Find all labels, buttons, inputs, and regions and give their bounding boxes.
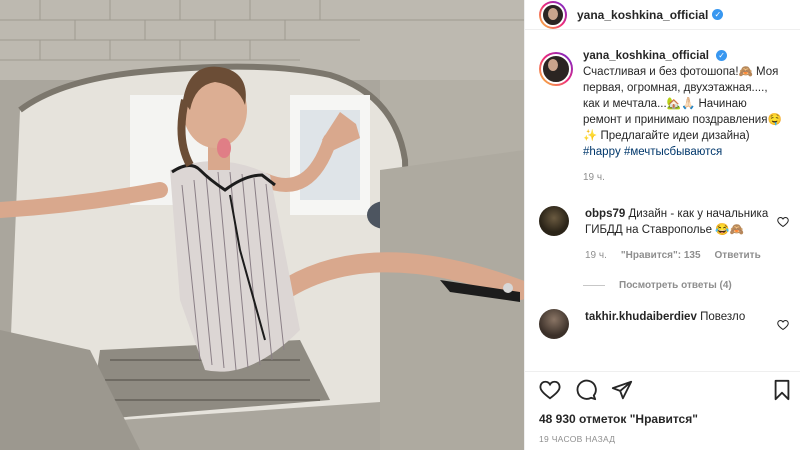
comment-like-heart-icon[interactable] — [777, 216, 789, 228]
comment-meta: 19 ч. "Нравится": 135 Ответить — [585, 248, 775, 264]
view-replies-button[interactable]: Посмотреть ответы (4) — [583, 280, 787, 291]
view-replies-label: Посмотреть ответы (4) — [619, 280, 732, 291]
instagram-post: yana_koshkina_official ✓ yana_koshkina_o… — [0, 0, 800, 450]
commenter-avatar[interactable] — [539, 309, 569, 339]
replies-divider — [583, 285, 605, 286]
avatar — [541, 54, 571, 84]
caption-text: Счастливая и без фотошопа!🙈 Моя первая, … — [583, 66, 782, 142]
commenter-username[interactable]: takhir.khudaiberdiev — [585, 311, 697, 323]
commenter-avatar[interactable] — [539, 206, 569, 236]
bookmark-icon[interactable] — [771, 379, 793, 401]
caption-avatar[interactable] — [539, 52, 573, 86]
verified-icon: ✓ — [712, 9, 724, 20]
share-icon[interactable] — [611, 379, 633, 401]
posted-time[interactable]: 19 ЧАСОВ НАЗАД — [539, 434, 787, 444]
comments-list[interactable]: yana_koshkina_official ✓ Счастливая и бе… — [525, 48, 800, 370]
caption-text-block: yana_koshkina_official ✓ Счастливая и бе… — [583, 48, 787, 186]
caption: yana_koshkina_official ✓ Счастливая и бе… — [539, 48, 787, 186]
commenter-username[interactable]: obps79 — [585, 208, 625, 220]
author-username[interactable]: yana_koshkina_official — [577, 8, 708, 22]
hashtag-happy[interactable]: #happy — [583, 146, 621, 158]
comment-item: takhir.khudaiberdiev Повезло — [539, 309, 789, 339]
heart-icon[interactable] — [539, 379, 561, 401]
reply-button[interactable]: Ответить — [715, 248, 761, 264]
comment-likes[interactable]: "Нравится": 135 — [621, 248, 701, 264]
comment-time[interactable]: 19 ч. — [585, 248, 607, 264]
caption-time[interactable]: 19 ч. — [583, 170, 787, 186]
comment-like-heart-icon[interactable] — [777, 319, 789, 331]
comment-icon[interactable] — [575, 379, 597, 401]
action-icons — [539, 372, 790, 408]
post-header: yana_koshkina_official ✓ — [525, 0, 800, 30]
comment-text: Повезло — [700, 311, 746, 323]
comment-item: obps79 Дизайн - как у начальника ГИБДД н… — [539, 206, 789, 264]
caption-username[interactable]: yana_koshkina_official — [583, 50, 709, 62]
author-avatar[interactable] — [539, 0, 567, 29]
hashtag-dreams[interactable]: #мечтысбываются — [624, 146, 722, 158]
comment-body: obps79 Дизайн - как у начальника ГИБДД н… — [585, 206, 775, 264]
verified-icon: ✓ — [716, 50, 728, 62]
post-sidebar: yana_koshkina_official ✓ yana_koshkina_o… — [524, 0, 800, 450]
likes-count[interactable]: 48 930 отметок "Нравится" — [539, 412, 787, 426]
post-actions: 48 930 отметок "Нравится" 19 ЧАСОВ НАЗАД — [525, 371, 800, 450]
post-image — [0, 0, 524, 450]
post-photo[interactable] — [0, 0, 524, 450]
avatar — [541, 2, 565, 27]
comment-body: takhir.khudaiberdiev Повезло — [585, 309, 775, 339]
